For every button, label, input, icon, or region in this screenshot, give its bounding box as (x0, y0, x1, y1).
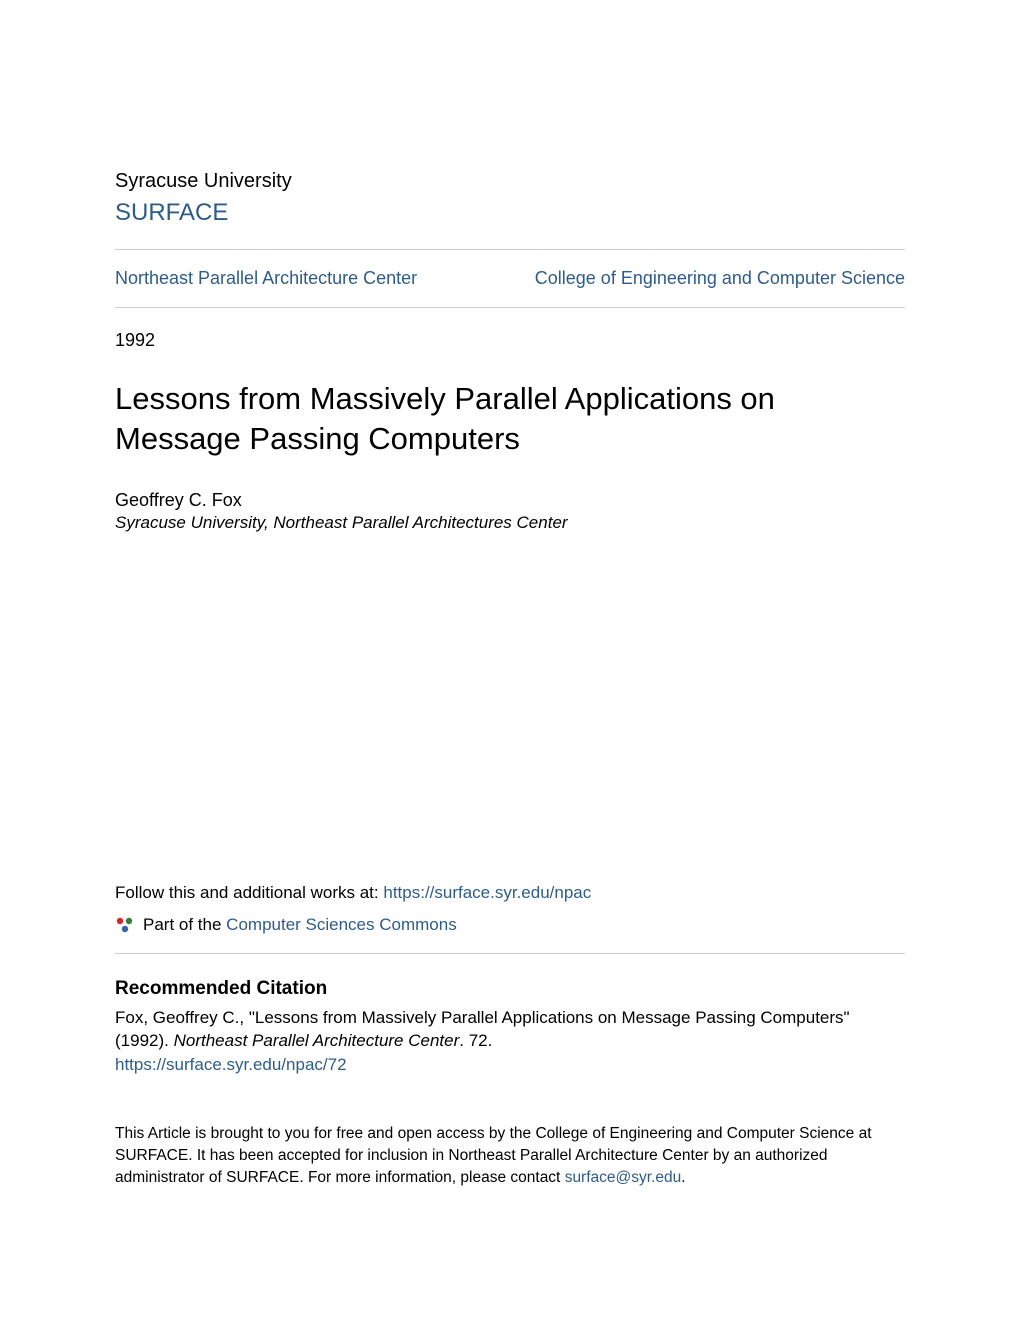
paper-title: Lessons from Massively Parallel Applicat… (115, 379, 905, 460)
footer-body: This Article is brought to you for free … (115, 1125, 872, 1185)
citation-journal: Northeast Parallel Architecture Center (174, 1031, 460, 1050)
author-name: Geoffrey C. Fox (115, 490, 905, 511)
footer-period: . (681, 1169, 685, 1186)
network-icon (115, 915, 135, 935)
network-commons-row: Part of the Computer Sciences Commons (115, 915, 905, 935)
citation-link[interactable]: https://surface.syr.edu/npac/72 (115, 1055, 905, 1075)
divider-bottom (115, 307, 905, 308)
network-text: Part of the Computer Sciences Commons (143, 915, 457, 935)
collection-link[interactable]: Northeast Parallel Architecture Center (115, 268, 417, 289)
citation-section: Recommended Citation Fox, Geoffrey C., "… (115, 978, 905, 1076)
college-link[interactable]: College of Engineering and Computer Scie… (535, 268, 905, 289)
footer-email-link[interactable]: surface@syr.edu (565, 1169, 682, 1186)
citation-text-2: . 72. (459, 1031, 492, 1050)
spacer (115, 533, 905, 883)
repository-link[interactable]: SURFACE (115, 199, 905, 227)
university-name: Syracuse University (115, 170, 905, 193)
footer-paragraph: This Article is brought to you for free … (115, 1123, 905, 1188)
header-block: Syracuse University SURFACE (115, 170, 905, 227)
follow-prefix: Follow this and additional works at: (115, 883, 383, 902)
citation-heading: Recommended Citation (115, 978, 905, 1000)
author-affiliation: Syracuse University, Northeast Parallel … (115, 513, 905, 533)
follow-works-row: Follow this and additional works at: htt… (115, 883, 905, 903)
divider-citation (115, 953, 905, 954)
citation-body: Fox, Geoffrey C., "Lessons from Massivel… (115, 1006, 905, 1054)
network-prefix: Part of the (143, 915, 226, 934)
breadcrumb-nav: Northeast Parallel Architecture Center C… (115, 250, 905, 307)
follow-link[interactable]: https://surface.syr.edu/npac (383, 883, 591, 902)
network-link[interactable]: Computer Sciences Commons (226, 915, 457, 934)
publication-year: 1992 (115, 330, 905, 351)
